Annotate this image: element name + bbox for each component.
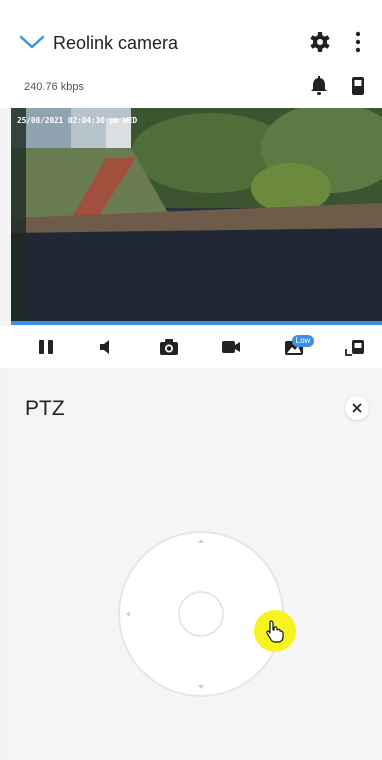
video-timestamp: 25/08/2021 02:04:30 pm WED — [17, 116, 138, 125]
live-video-feed[interactable]: 25/08/2021 02:04:30 pm WED — [11, 108, 382, 321]
close-icon — [352, 403, 362, 413]
video-scene — [11, 108, 382, 321]
speaker-icon[interactable] — [94, 335, 118, 359]
chevron-down-icon[interactable] — [18, 32, 46, 52]
hand-pointer-icon — [266, 620, 284, 643]
more-vertical-icon[interactable] — [346, 30, 370, 54]
page-title: Reolink camera — [53, 33, 179, 53]
camera-icon[interactable] — [157, 335, 181, 359]
ptz-title: PTZ — [25, 397, 65, 420]
gear-icon[interactable] — [308, 30, 332, 54]
close-button[interactable] — [345, 396, 369, 420]
playback-controls — [0, 326, 382, 368]
quality-low-badge: Low — [292, 335, 314, 347]
joystick-pad — [118, 531, 284, 697]
phone-icon[interactable] — [347, 75, 369, 97]
ptz-joystick[interactable] — [117, 530, 285, 698]
pause-icon[interactable] — [34, 335, 58, 359]
video-progress-bar — [11, 321, 382, 325]
title-row: Reolink camera — [0, 24, 382, 64]
fullscreen-icon[interactable] — [343, 335, 367, 359]
record-icon[interactable] — [219, 335, 243, 359]
bell-icon[interactable] — [308, 75, 330, 97]
bitrate-readout: 240.76 kbps — [24, 81, 84, 93]
